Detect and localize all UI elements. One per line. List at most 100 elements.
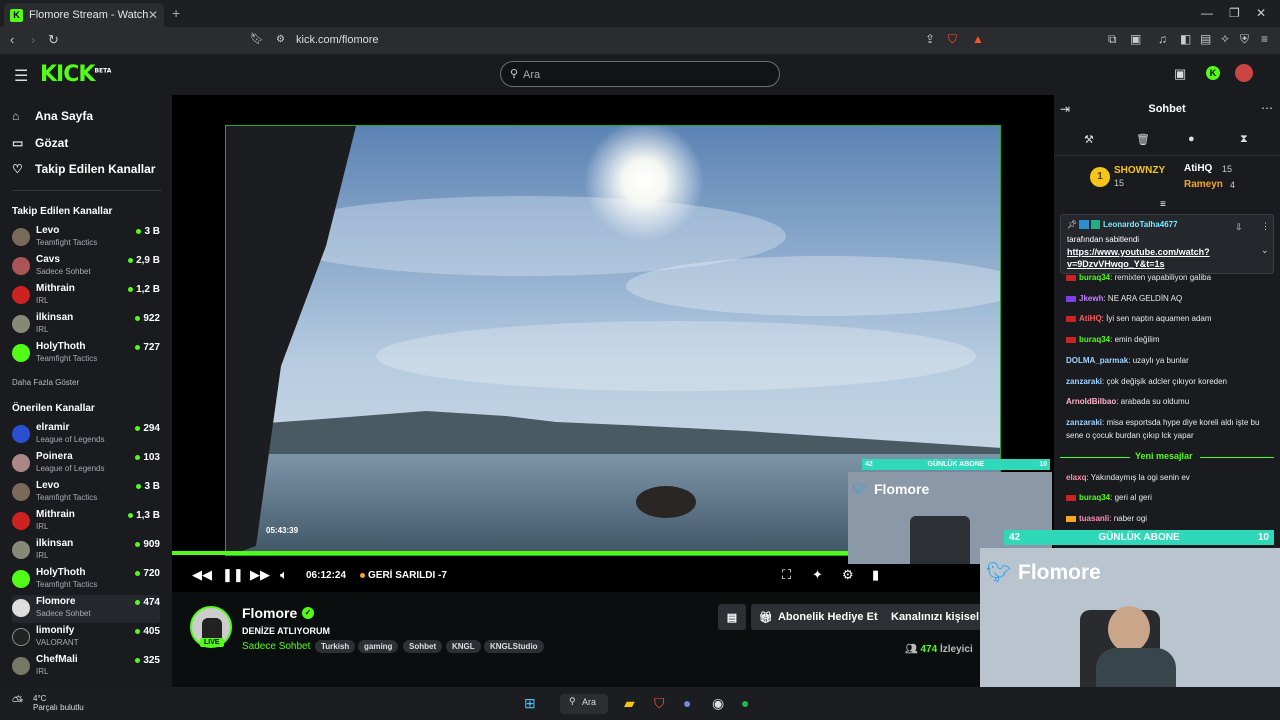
sidebar-icon[interactable]: ◧ bbox=[1180, 32, 1191, 46]
kick-logo[interactable]: KICKBETA bbox=[40, 62, 111, 87]
streamer-name[interactable]: Flomore bbox=[242, 605, 297, 621]
clip-icon[interactable]: ⛶ bbox=[782, 567, 791, 583]
maximize-icon[interactable]: ❐ bbox=[1229, 6, 1240, 20]
unpin-icon[interactable]: ⇩ bbox=[1235, 222, 1243, 233]
url-field[interactable]: kick.com/flomore bbox=[296, 34, 379, 46]
file-explorer-icon[interactable]: ▰ bbox=[624, 695, 635, 712]
leo-ai-icon[interactable]: ✧ bbox=[1220, 32, 1230, 46]
sparkle-icon[interactable]: ✦ bbox=[812, 567, 823, 583]
mod-hammer-icon[interactable]: ⚒ bbox=[1084, 133, 1094, 146]
recommended-channel-item[interactable]: limonify VALORANT 405 bbox=[12, 624, 160, 652]
behind-live-indicator[interactable]: GERİ SARILDI -7 bbox=[360, 570, 447, 581]
chat-bubble-icon[interactable]: ● bbox=[1188, 133, 1195, 145]
chevron-down-icon[interactable]: ⌄ bbox=[1261, 245, 1269, 256]
second-gifter-name[interactable]: AtiHQ bbox=[1184, 163, 1212, 174]
clip-button[interactable]: ▤ bbox=[718, 604, 746, 630]
recommended-channel-item[interactable]: ilkinsan IRL 909 bbox=[12, 537, 160, 565]
followed-channel-item[interactable]: HolyThoth Teamfight Tactics 727 bbox=[12, 340, 160, 368]
taskbar-search[interactable]: Ara bbox=[582, 697, 596, 707]
chat-message: buraq34: geri al geri bbox=[1066, 491, 1276, 504]
user-avatar[interactable] bbox=[1235, 64, 1253, 82]
settings-icon[interactable]: ⚙ bbox=[842, 567, 854, 583]
stream-tag[interactable]: KNGL bbox=[446, 640, 481, 653]
show-more-link[interactable]: Daha Fazla Göster bbox=[12, 378, 79, 387]
gift-sub-button[interactable]: 🎁︎ Abonelik Hediye Et bbox=[751, 604, 886, 630]
new-tab-icon[interactable]: + bbox=[172, 5, 180, 21]
twitter-icon: 🐦︎ bbox=[986, 562, 1012, 584]
nav-following[interactable]: ♡ Takip Edilen Kanallar bbox=[12, 162, 155, 176]
followed-channel-item[interactable]: Cavs Sadece Sohbet 2,9 B bbox=[12, 253, 160, 281]
hamburger-menu-icon[interactable]: ☰ bbox=[14, 66, 28, 86]
minimize-icon[interactable]: — bbox=[1201, 6, 1213, 20]
pinned-message[interactable]: 📌︎ LeonardoTalha4677 tarafından sabitlen… bbox=[1060, 214, 1274, 274]
top-gifter-name[interactable]: SHOWNZY bbox=[1114, 165, 1165, 176]
search-input[interactable] bbox=[523, 66, 763, 83]
expand-gifters-icon[interactable]: ≡ bbox=[1160, 199, 1166, 210]
forward-icon[interactable]: › bbox=[31, 32, 35, 47]
pinned-link[interactable]: https://www.youtube.com/watch?v=9DzvVHwq… bbox=[1067, 246, 1237, 270]
nav-browse[interactable]: ▭ Gözat bbox=[12, 136, 68, 150]
pinned-options-icon[interactable]: ⋮ bbox=[1261, 221, 1270, 232]
brave-shield-icon[interactable]: ⛉ bbox=[948, 32, 957, 47]
avatar bbox=[12, 425, 30, 443]
hourglass-icon[interactable]: ⧗ bbox=[1240, 133, 1248, 146]
weather-icon[interactable]: ⛅︎ bbox=[12, 693, 23, 710]
recommended-channel-item[interactable]: Poinera League of Legends 103 bbox=[12, 450, 160, 478]
stream-category[interactable]: Sadece Sohbet bbox=[242, 641, 310, 652]
seek-bar-fill bbox=[172, 551, 960, 555]
recommended-channel-item[interactable]: Levo Teamfight Tactics 3 B bbox=[12, 479, 160, 507]
recommended-channel-item-active[interactable]: Flomore Sadece Sohbet 474 bbox=[12, 595, 160, 623]
vpn-icon[interactable]: ⛨ bbox=[1240, 32, 1249, 47]
new-messages-divider[interactable]: Yeni mesajlar bbox=[1060, 451, 1274, 463]
browser-tab[interactable]: K Flomore Stream - Watch Live ✕ bbox=[4, 3, 164, 27]
followed-channel-item[interactable]: ilkinsan IRL 922 bbox=[12, 311, 160, 339]
kick-coin-icon[interactable]: K bbox=[1206, 66, 1220, 80]
menu-icon[interactable]: ≡ bbox=[1261, 32, 1268, 46]
back-icon[interactable]: ‹ bbox=[10, 32, 14, 47]
stream-tag[interactable]: Turkish bbox=[315, 640, 356, 653]
followed-channel-item[interactable]: Levo Teamfight Tactics 3 B bbox=[12, 224, 160, 252]
stream-tag[interactable]: KNGLStudio bbox=[484, 640, 544, 653]
chat-options-icon[interactable]: ⋯ bbox=[1261, 101, 1273, 115]
reload-icon[interactable]: ↻ bbox=[48, 32, 59, 48]
stream-timecode: 06:12:24 bbox=[306, 570, 347, 581]
pause-icon[interactable]: ❚❚ bbox=[222, 567, 244, 583]
recommended-channel-item[interactable]: ChefMali IRL 325 bbox=[12, 653, 160, 681]
share-icon[interactable]: ⇪ bbox=[925, 32, 935, 46]
recommended-channel-item[interactable]: Mithrain IRL 1,3 B bbox=[12, 508, 160, 536]
customize-channel-button[interactable]: Kanalınızı kişisel bbox=[883, 604, 981, 630]
fast-forward-icon[interactable]: ▶▶ bbox=[250, 567, 270, 583]
windows-start-icon[interactable]: ⊞ bbox=[524, 695, 536, 712]
close-tab-icon[interactable]: ✕ bbox=[148, 8, 158, 22]
stats-icon[interactable]: ▮ bbox=[872, 567, 879, 583]
stream-tag[interactable]: Sohbet bbox=[403, 640, 443, 653]
extensions-icon[interactable]: ⧉ bbox=[1108, 32, 1117, 47]
screenshot-icon[interactable]: ▣ bbox=[1130, 32, 1141, 46]
avatar bbox=[12, 286, 30, 304]
discord-icon[interactable]: ● bbox=[683, 695, 691, 711]
search-bar[interactable]: ⚲ bbox=[500, 61, 780, 87]
recommended-channel-item[interactable]: HolyThoth Teamfight Tactics 720 bbox=[12, 566, 160, 594]
browse-icon[interactable]: ▣ bbox=[1174, 66, 1186, 82]
brave-rewards-icon[interactable]: ▲ bbox=[972, 32, 984, 46]
browser-tab-bar: K Flomore Stream - Watch Live ✕ + — ❐ ✕ bbox=[0, 0, 1280, 27]
wallet-icon[interactable]: ▤ bbox=[1200, 32, 1211, 46]
spotify-icon[interactable]: ● bbox=[741, 695, 749, 711]
third-gifter-name[interactable]: Rameyn bbox=[1184, 179, 1223, 190]
close-window-icon[interactable]: ✕ bbox=[1256, 6, 1266, 20]
followed-channel-item[interactable]: Mithrain IRL 1,2 B bbox=[12, 282, 160, 310]
rewind-icon[interactable]: ◀◀ bbox=[192, 567, 212, 583]
brave-browser-icon[interactable]: ⛉ bbox=[654, 695, 665, 712]
nav-home[interactable]: ⌂ Ana Sayfa bbox=[12, 109, 93, 123]
github-icon[interactable]: ◉ bbox=[712, 695, 724, 712]
pinned-user[interactable]: LeonardoTalha4677 bbox=[1103, 220, 1178, 229]
bookmark-icon[interactable]: 🔖︎ bbox=[250, 32, 264, 45]
site-info-icon[interactable]: ⚙ bbox=[276, 34, 285, 45]
weather-widget[interactable]: 4°C Parçalı bulutlu bbox=[33, 694, 84, 712]
volume-icon[interactable]: 🔈︎ bbox=[280, 567, 288, 583]
media-icon[interactable]: ♫ bbox=[1158, 32, 1167, 46]
stream-tag[interactable]: gaming bbox=[358, 640, 399, 653]
recommended-channel-item[interactable]: elramir League of Legends 294 bbox=[12, 421, 160, 449]
chat-message: zanzaraki: misa esportsda hype diye kore… bbox=[1066, 418, 1260, 440]
trash-icon[interactable]: 🗑︎ bbox=[1136, 133, 1150, 146]
